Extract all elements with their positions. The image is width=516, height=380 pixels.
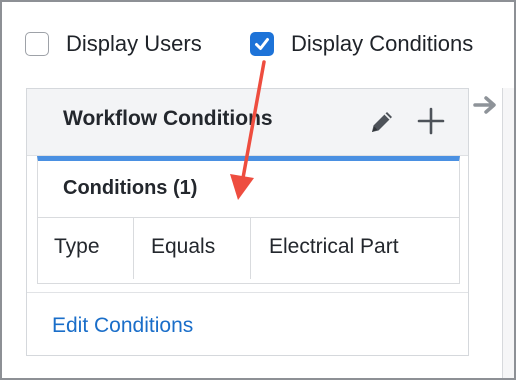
- workflow-conditions-panel: Workflow Conditions Conditions (1) Type …: [26, 88, 469, 356]
- adjacent-panel-edge: [502, 88, 514, 378]
- arrow-right-icon: [473, 96, 496, 114]
- panel-header: Workflow Conditions: [27, 89, 468, 156]
- edit-conditions-link[interactable]: Edit Conditions: [52, 314, 193, 338]
- checkmark-icon: [255, 38, 269, 50]
- table-row: Type Equals Electrical Part: [38, 218, 459, 279]
- panel-title: Workflow Conditions: [63, 107, 273, 130]
- pencil-icon[interactable]: [367, 107, 397, 137]
- display-conditions-label[interactable]: Display Conditions: [291, 31, 473, 57]
- conditions-card-header: Conditions (1): [38, 161, 459, 218]
- display-users-label[interactable]: Display Users: [66, 31, 202, 57]
- conditions-count-title: Conditions (1): [63, 177, 198, 199]
- plus-icon[interactable]: [416, 106, 446, 136]
- display-conditions-checkbox[interactable]: [250, 32, 274, 56]
- condition-value-cell: Electrical Part: [269, 235, 399, 258]
- window-frame: Display Users Display Conditions Workflo…: [0, 0, 516, 380]
- divider: [27, 292, 468, 293]
- condition-operator-cell: Equals: [134, 218, 251, 279]
- condition-type-cell: Type: [38, 218, 134, 279]
- conditions-card: Conditions (1) Type Equals Electrical Pa…: [37, 156, 460, 284]
- display-users-checkbox[interactable]: [25, 32, 49, 56]
